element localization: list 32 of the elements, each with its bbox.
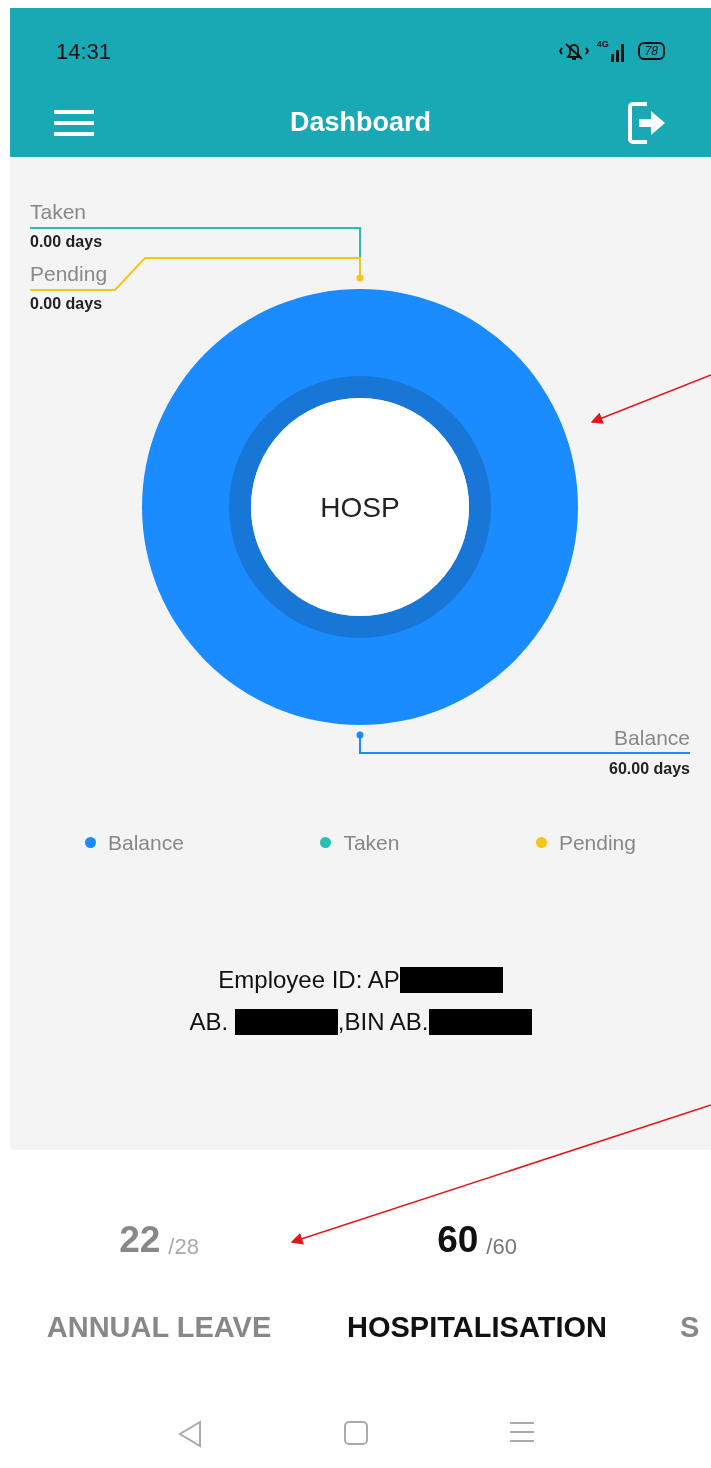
leave-tab[interactable]: S	[680, 1208, 711, 1350]
recents-icon[interactable]	[508, 1419, 535, 1444]
callout-label: Taken	[30, 200, 87, 223]
employee-id: Employee ID: AP	[218, 964, 400, 995]
menu-icon[interactable]	[54, 108, 94, 137]
vibrate-icon	[558, 40, 589, 62]
leave-count: 60	[437, 1221, 479, 1258]
callout-label: Balance	[614, 726, 690, 749]
leave-total: /60	[486, 1236, 517, 1258]
legend-label: Pending	[558, 830, 636, 856]
callout-value: 0.00 days	[30, 233, 103, 250]
back-icon[interactable]	[176, 1419, 203, 1448]
leave-tab[interactable]: 60 /60 HOSPITALISATION	[318, 1208, 636, 1350]
legend-label: Balance	[108, 830, 184, 856]
home-icon[interactable]	[342, 1419, 369, 1446]
tab-label: ANNUAL LEAVE	[46, 1310, 272, 1345]
callout-label: Pending	[30, 262, 108, 285]
app-title: Dashboard	[289, 106, 432, 140]
status-time: 14:31	[56, 37, 112, 66]
employee-name: ,BIN AB.	[337, 1006, 429, 1037]
leave-count: 22	[119, 1221, 161, 1258]
leave-total: /28	[168, 1236, 199, 1258]
tab-label: HOSPITALISATION	[347, 1310, 607, 1345]
legend-label: Taken	[343, 830, 400, 856]
tab-label: S	[680, 1310, 700, 1345]
callout-value: 0.00 days	[30, 295, 103, 312]
battery-indicator: 78	[637, 42, 665, 60]
callout-value: 60.00 days	[609, 760, 690, 777]
logout-icon[interactable]	[627, 100, 667, 145]
leave-tab[interactable]: 22 /28 ANNUAL LEAVE	[0, 1208, 318, 1350]
employee-name: AB.	[189, 1006, 230, 1037]
donut-center-label: HOSP	[320, 492, 400, 523]
